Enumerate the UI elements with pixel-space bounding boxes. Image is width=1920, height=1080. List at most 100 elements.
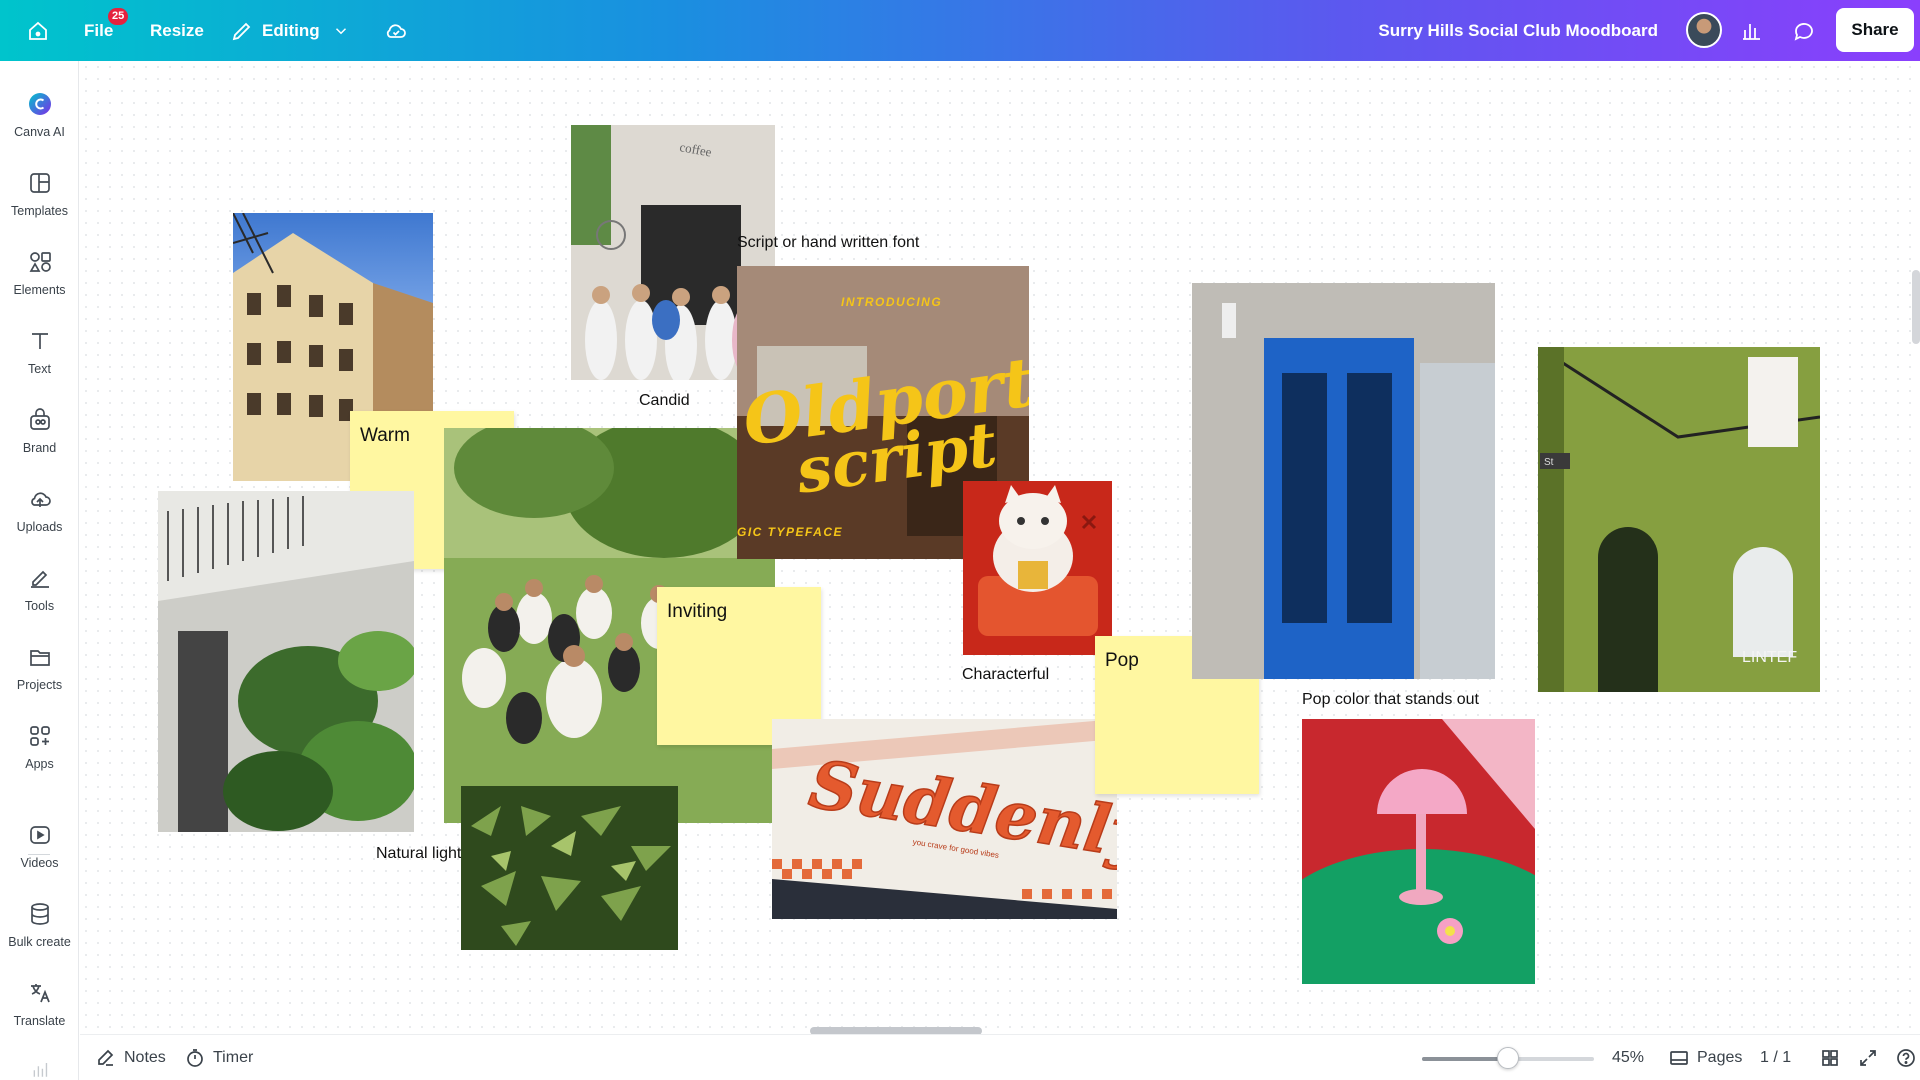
projects-icon	[29, 650, 50, 666]
pencil-icon	[232, 22, 251, 40]
building-sign-text: LINTEF	[1742, 649, 1797, 666]
sidebar-item-templates[interactable]: Templates	[0, 162, 79, 232]
comment-icon	[1794, 22, 1813, 41]
timer-icon	[187, 1049, 203, 1067]
sidebar-item-apps[interactable]: Apps	[0, 715, 79, 785]
uploads-icon	[30, 492, 51, 507]
photo-balcony-plant[interactable]	[158, 491, 414, 832]
caption-pop-color[interactable]: Pop color that stands out	[1302, 691, 1479, 709]
sidebar-item-translate[interactable]: Translate	[0, 972, 79, 1042]
design-canvas[interactable]: coffee Candid Warm Natural lighting Invi…	[80, 61, 1920, 1034]
sidebar-item-videos[interactable]: Videos	[0, 814, 79, 884]
elements-icon	[29, 252, 51, 272]
canva-ai-icon	[28, 93, 51, 115]
photo-suddenly-sign[interactable]: Suddenly you crave for good vibes	[772, 719, 1117, 919]
editing-mode-button[interactable]: Editing	[230, 0, 350, 61]
apps-icon	[29, 726, 50, 746]
sidebar-label: Text	[28, 362, 51, 376]
caption-characterful[interactable]: Characterful	[962, 666, 1049, 684]
zoom-level: 45%	[1612, 1049, 1645, 1066]
notes-icon	[98, 1049, 114, 1066]
fullscreen-button[interactable]	[1858, 1035, 1878, 1080]
sidebar-label: Brand	[22, 441, 57, 455]
pages-button[interactable]: Pages	[1669, 1035, 1742, 1080]
zoom-slider-handle[interactable]	[1497, 1047, 1519, 1069]
expand-icon	[1860, 1050, 1876, 1066]
home-button[interactable]	[26, 0, 50, 61]
lucky-cat-illustration	[963, 481, 1112, 655]
comments-button[interactable]	[1792, 0, 1816, 61]
poster-typeface-text: GIC TYPEFACE	[737, 525, 843, 539]
sidebar-item-text[interactable]: Text	[0, 320, 79, 390]
photo-pink-lamp[interactable]	[1302, 719, 1535, 984]
photo-lucky-cat[interactable]	[963, 481, 1112, 655]
share-button[interactable]: Share	[1836, 8, 1914, 52]
sidebar-item-bulk-create[interactable]: Bulk create	[0, 893, 79, 963]
tools-icon	[30, 570, 49, 588]
document-title[interactable]: Surry Hills Social Club Moodboard	[1378, 0, 1658, 61]
help-icon	[1897, 1049, 1915, 1067]
sidebar-label: Elements	[13, 283, 66, 297]
blue-door-illustration	[1192, 283, 1495, 679]
foliage-illustration	[461, 786, 678, 950]
sidebar-label: Apps	[25, 757, 54, 771]
caption-candid[interactable]: Candid	[639, 392, 690, 410]
cloud-save-button[interactable]	[384, 0, 408, 61]
sidebar-label: Translate	[13, 1014, 66, 1028]
bottom-toolbar: Notes Timer 45% Pages 1 / 1	[80, 1034, 1920, 1080]
resize-label: Resize	[150, 20, 204, 40]
pages-label: Pages	[1697, 1049, 1743, 1066]
page-indicator[interactable]: 1 / 1	[1760, 1035, 1791, 1080]
editing-label: Editing	[262, 20, 320, 40]
timer-button[interactable]: Timer	[185, 1035, 253, 1080]
street-sign-text: St	[1544, 457, 1554, 468]
photo-foliage[interactable]	[461, 786, 678, 950]
pink-lamp-illustration	[1302, 719, 1535, 984]
chevron-down-icon	[335, 27, 346, 34]
sidebar-label: Canva AI	[14, 125, 65, 139]
sidebar-label: Templates	[11, 204, 68, 218]
insights-button[interactable]	[1740, 0, 1764, 61]
help-button[interactable]	[1896, 1035, 1916, 1080]
resize-button[interactable]: Resize	[150, 0, 204, 61]
bar-chart-icon	[1743, 23, 1760, 40]
videos-icon	[29, 826, 50, 844]
vertical-scrollbar[interactable]	[1912, 270, 1920, 344]
pages-icon	[1670, 1051, 1688, 1065]
poster-introducing-text: INTRODUCING	[841, 295, 942, 309]
sidebar-label: Tools	[24, 599, 55, 613]
text-icon	[31, 333, 48, 349]
zoom-level-button[interactable]: 45%	[1612, 1035, 1644, 1080]
notes-button[interactable]: Notes	[96, 1035, 166, 1080]
sidebar-item-canva-ai[interactable]: Canva AI	[0, 83, 79, 153]
user-avatar[interactable]	[1686, 12, 1722, 48]
sidebar-item-brand[interactable]: Brand	[0, 399, 79, 469]
sidebar-label: Uploads	[16, 520, 63, 534]
file-menu-button[interactable]: File 25	[84, 0, 129, 61]
suddenly-sign-illustration: Suddenly you crave for good vibes	[772, 719, 1117, 919]
sidebar-item-tools[interactable]: Tools	[0, 557, 79, 627]
page-indicator-text: 1 / 1	[1760, 1049, 1792, 1066]
notification-badge: 25	[108, 8, 129, 25]
grid-view-icon	[1822, 1050, 1838, 1066]
left-sidebar: Canva AI Templates Elements Text Brand U…	[0, 61, 79, 1080]
sidebar-label: Projects	[16, 678, 63, 692]
translate-icon	[30, 984, 50, 1003]
timer-label: Timer	[213, 1049, 254, 1066]
cloud-check-icon	[386, 23, 406, 38]
brand-icon	[29, 408, 50, 430]
sidebar-label: Videos	[20, 856, 59, 870]
photo-green-building[interactable]: St LINTEF	[1538, 347, 1820, 692]
sidebar-item-projects[interactable]: Projects	[0, 636, 79, 706]
file-label: File	[84, 20, 114, 40]
templates-icon	[29, 173, 50, 193]
sidebar-item-more[interactable]	[0, 1051, 79, 1080]
sidebar-item-uploads[interactable]: Uploads	[0, 478, 79, 548]
caption-script-font[interactable]: Script or hand written font	[737, 234, 919, 252]
bar-chart-icon	[33, 1063, 47, 1077]
home-icon	[29, 21, 47, 40]
grid-view-button[interactable]	[1820, 1035, 1840, 1080]
bulk-create-icon	[30, 903, 49, 925]
sidebar-item-elements[interactable]: Elements	[0, 241, 79, 311]
photo-blue-door[interactable]	[1192, 283, 1495, 679]
